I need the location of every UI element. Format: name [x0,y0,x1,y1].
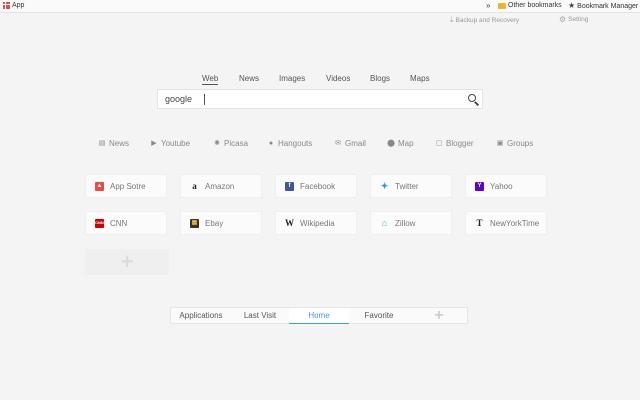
quick-link-label: News [109,139,130,148]
zillow-icon: ⌂ [381,217,388,228]
search-tab-videos[interactable]: Videos [326,74,350,83]
tab-home[interactable]: Home [289,308,349,324]
tile-cnn[interactable]: CNN CNN [85,211,167,235]
search-engine-label[interactable]: google [165,94,192,104]
tile-wikipedia[interactable]: W Wikipedia [275,211,357,235]
tile-nytimes[interactable]: T NewYorkTime [465,211,547,235]
search-tab-blogs[interactable]: Blogs [370,74,390,83]
quick-link-youtube[interactable]: ▶ Youtube [150,139,190,148]
tile-yahoo[interactable]: Y Yahoo [465,174,547,198]
app-store-icon: ▲ [95,181,104,191]
amazon-icon: a [192,180,197,191]
download-icon: ⤓ [450,15,454,24]
backup-label: Backup and Recovery [455,16,520,24]
tile-label: App Sotre [110,181,146,191]
apps-label: App [12,2,25,9]
tab-favorite[interactable]: Favorite [349,308,409,324]
hangouts-icon: ● [268,140,274,147]
youtube-icon: ▶ [151,140,157,147]
quick-link-label: Groups [507,139,534,148]
folder-icon [498,2,506,9]
groups-icon: ▣ [496,140,504,147]
settings-link[interactable]: ⚙ Setting [559,15,588,24]
tile-twitter[interactable]: ✦ Twitter [370,174,452,198]
quick-link-label: Youtube [161,139,191,148]
quick-link-label: Blogger [446,139,474,148]
tile-app-store[interactable]: ▲ App Sotre [85,174,167,198]
search-type-tabs: Web News Images Videos Blogs Maps [0,74,640,86]
tile-zillow[interactable]: ⌂ Zillow [370,211,452,235]
nytimes-icon: T [476,217,483,228]
text-caret [204,94,205,105]
quick-link-gmail[interactable]: ✉ Gmail [334,139,366,148]
blogger-icon: ▢ [435,140,443,147]
other-bookmarks-label: Other bookmarks [508,2,562,9]
tile-amazon[interactable]: a Amazon [180,174,262,198]
tab-applications[interactable]: Applications [171,308,231,324]
add-tab-button[interactable]: + [409,308,469,324]
bottom-tab-bar: Applications Last Visit Home Favorite + [170,307,468,324]
search-tab-maps[interactable]: Maps [410,74,430,83]
quick-link-label: Hangouts [278,139,313,148]
search-tab-news[interactable]: News [239,74,259,83]
tile-label: Zillow [395,218,416,228]
quick-link-blogger[interactable]: ▢ Blogger [435,139,474,148]
apps-shortcut[interactable]: App [3,2,24,9]
quick-link-label: Picasa [224,139,249,148]
tile-label: Yahoo [490,181,513,191]
bookmarks-bar: App » Other bookmarks ★ Bookmark Manager [0,0,640,13]
add-tile-button[interactable]: + [85,249,169,275]
quick-link-picasa[interactable]: ✺ Picasa [213,139,248,148]
quick-link-map[interactable]: ⬤ Map [387,139,414,148]
quick-link-hangouts[interactable]: ● Hangouts [267,139,312,148]
tile-label: Wikipedia [300,218,335,228]
facebook-icon: f [285,181,294,191]
search-tab-web[interactable]: Web [202,74,219,85]
tile-label: Ebay [205,218,224,228]
other-bookmarks[interactable]: Other bookmarks [498,2,562,9]
quick-link-groups[interactable]: ▣ Groups [496,139,534,148]
tile-label: Facebook [300,181,336,191]
quick-link-news[interactable]: ▤ News [98,139,129,148]
backup-recovery-link[interactable]: ⤓ Backup and Recovery [450,15,519,25]
picasa-icon: ✺ [214,140,220,147]
gmail-icon: ✉ [335,140,341,147]
news-icon: ▤ [98,140,106,147]
cnn-icon: CNN [95,218,104,228]
quick-link-label: Gmail [345,139,366,148]
quick-links: ▤ News ▶ Youtube ✺ Picasa ● Hangouts ✉ G… [0,139,640,151]
tile-ebay[interactable]: ▦ Ebay [180,211,262,235]
tile-label: Twitter [395,181,419,191]
apps-grid-icon [3,2,10,9]
search-button[interactable] [465,92,481,107]
tile-facebook[interactable]: f Facebook [275,174,357,198]
tile-label: NewYorkTime [490,218,540,228]
yahoo-icon: Y [475,181,484,191]
quick-link-label: Map [398,139,414,148]
star-icon: ★ [568,1,576,10]
map-pin-icon: ⬤ [387,140,395,147]
tile-label: CNN [110,218,128,228]
tile-label: Amazon [205,181,235,191]
settings-label: Setting [568,16,589,23]
tab-last-visit[interactable]: Last Visit [231,308,289,324]
bookmarks-overflow-chevron[interactable]: » [486,1,490,10]
bookmark-manager-label: Bookmark Manager [577,2,639,10]
ebay-icon: ▦ [190,218,199,228]
search-input[interactable] [208,92,456,107]
bookmark-manager[interactable]: ★ Bookmark Manager [568,2,638,10]
gear-icon: ⚙ [559,15,567,24]
twitter-icon: ✦ [380,180,389,191]
wikipedia-icon: W [285,217,294,228]
search-box: google [157,89,483,109]
search-tab-images[interactable]: Images [279,74,305,83]
